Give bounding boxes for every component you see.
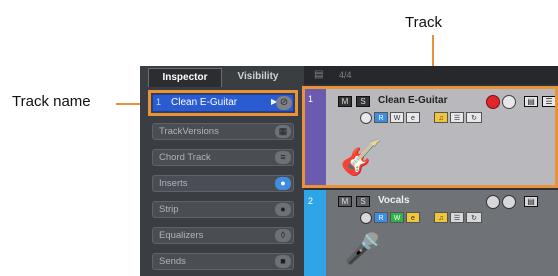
chord-track-icon: ≡: [275, 151, 291, 164]
tab-inspector[interactable]: Inspector: [148, 68, 222, 87]
callout-track-name-label: Track name: [12, 93, 91, 110]
lock-button[interactable]: ♫: [434, 212, 448, 223]
lanes-button[interactable]: ▤: [524, 196, 538, 207]
inspector-section-inserts[interactable]: Inserts ●: [152, 175, 294, 192]
timeline-ruler: ▤ 4/4: [304, 66, 558, 84]
write-automation-button[interactable]: W: [390, 212, 404, 223]
track-header: M S Vocals ▤ R W e ♫ ☰ ↻ 🎤: [326, 190, 558, 276]
microphone-icon: 🎤: [344, 233, 382, 266]
lane-button[interactable]: ☰: [450, 212, 464, 223]
track-name[interactable]: Vocals: [378, 195, 410, 206]
solo-button[interactable]: S: [356, 196, 370, 207]
equalizers-icon: ◊: [275, 229, 291, 242]
inspector-section-label: Strip: [159, 204, 179, 215]
read-automation-button[interactable]: R: [374, 212, 388, 223]
tab-visibility[interactable]: Visibility: [226, 68, 290, 86]
monitor-button[interactable]: [502, 195, 516, 209]
strip-icon: ●: [275, 203, 291, 216]
daw-window: Inspector Visibility 1 Clean E-Guitar ▶ …: [140, 66, 558, 276]
ruler-grid-icon[interactable]: ▤: [314, 69, 323, 80]
record-enable-button[interactable]: [486, 195, 500, 209]
callout-track-label: Track: [405, 14, 442, 31]
inspector-section-equalizers[interactable]: Equalizers ◊: [152, 227, 294, 244]
inspector-section-label: Inserts: [159, 178, 188, 189]
inspector-tabs: Inspector Visibility: [140, 66, 304, 88]
inspector-section-sends[interactable]: Sends ■: [152, 253, 294, 270]
track-name-highlight: [148, 90, 298, 116]
track-row[interactable]: 2 M S Vocals ▤ R W e ♫ ☰ ↻ 🎤: [304, 190, 558, 276]
sends-icon: ■: [275, 255, 291, 268]
inspector-section-chord-track[interactable]: Chord Track ≡: [152, 149, 294, 166]
mute-button[interactable]: M: [338, 196, 352, 207]
track-number: 2: [308, 196, 314, 206]
inspector-section-strip[interactable]: Strip ●: [152, 201, 294, 218]
track-highlight: [302, 86, 558, 188]
inspector-section-label: TrackVersions: [159, 126, 219, 137]
time-signature: 4/4: [339, 70, 352, 80]
inspector-section-trackversions[interactable]: TrackVersions ▦: [152, 123, 294, 140]
edit-button[interactable]: e: [406, 212, 420, 223]
timebase-button[interactable]: ↻: [466, 212, 482, 223]
inspector-section-label: Chord Track: [159, 152, 211, 163]
edit-channel-icon[interactable]: [360, 212, 372, 224]
trackversions-icon: ▦: [275, 125, 291, 138]
inserts-icon: ●: [275, 177, 291, 190]
inspector-section-label: Sends: [159, 256, 186, 267]
inspector-section-label: Equalizers: [159, 230, 204, 241]
